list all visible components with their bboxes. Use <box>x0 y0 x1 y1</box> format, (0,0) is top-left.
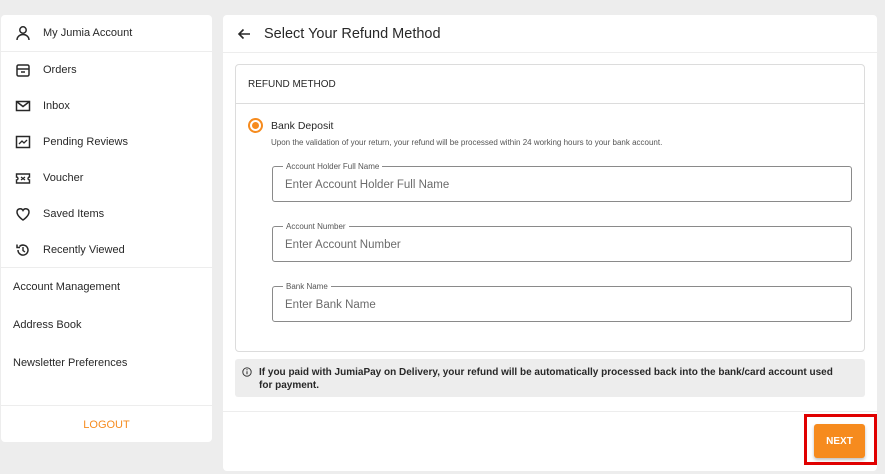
sidebar-item-inbox[interactable]: Inbox <box>1 88 212 124</box>
sidebar-item-my-account[interactable]: My Jumia Account <box>1 15 212 51</box>
sidebar-item-voucher[interactable]: Voucher <box>1 160 212 196</box>
account-holder-name-input[interactable] <box>273 167 851 201</box>
account-holder-name-field: Account Holder Full Name <box>272 161 852 202</box>
jumiapay-refund-note: If you paid with JumiaPay on Delivery, y… <box>235 359 865 397</box>
account-sidebar: My Jumia Account Orders Inbox Pending Re… <box>1 15 212 442</box>
logout-button[interactable]: LOGOUT <box>1 411 212 439</box>
divider <box>1 405 212 406</box>
sidebar-item-recently-viewed[interactable]: Recently Viewed <box>1 232 212 268</box>
sidebar-item-label: Pending Reviews <box>43 136 128 148</box>
sidebar-item-pending-reviews[interactable]: Pending Reviews <box>1 124 212 160</box>
page-title: Select Your Refund Method <box>264 25 441 42</box>
envelope-icon <box>14 97 32 115</box>
page-header: Select Your Refund Method <box>223 15 877 53</box>
account-number-field: Account Number <box>272 221 852 262</box>
heart-icon <box>14 205 32 223</box>
sidebar-item-label: My Jumia Account <box>43 27 133 39</box>
sidebar-link-account-management[interactable]: Account Management <box>1 268 212 306</box>
sidebar-item-label: Saved Items <box>43 208 105 220</box>
bank-name-field: Bank Name <box>272 281 852 322</box>
section-title: REFUND METHOD <box>236 65 864 104</box>
user-icon <box>14 24 32 42</box>
sidebar-item-label: Voucher <box>43 172 84 184</box>
note-text-line-1: If you paid with JumiaPay on Delivery, y… <box>259 367 833 378</box>
sidebar-item-label: Recently Viewed <box>43 244 125 256</box>
note-text-line-2: for payment. <box>259 380 320 391</box>
sidebar-item-saved-items[interactable]: Saved Items <box>1 196 212 232</box>
history-icon <box>14 241 32 259</box>
orders-icon <box>14 61 32 79</box>
refund-method-card: REFUND METHOD Bank Deposit Upon the vali… <box>235 64 865 352</box>
voucher-icon <box>14 169 32 187</box>
divider <box>223 411 877 412</box>
sidebar-link-newsletter-preferences[interactable]: Newsletter Preferences <box>1 344 212 382</box>
info-icon <box>242 367 252 377</box>
back-arrow-icon[interactable] <box>236 26 252 42</box>
bank-name-input[interactable] <box>273 287 851 321</box>
account-number-input[interactable] <box>273 227 851 261</box>
bank-deposit-radio[interactable] <box>248 118 263 133</box>
bank-deposit-option[interactable]: Bank Deposit <box>248 118 333 133</box>
sidebar-link-address-book[interactable]: Address Book <box>1 306 212 344</box>
review-icon <box>14 133 32 151</box>
radio-dot <box>252 122 259 129</box>
sidebar-item-label: Inbox <box>43 100 70 112</box>
refund-method-panel: Select Your Refund Method REFUND METHOD … <box>223 15 877 471</box>
sidebar-item-orders[interactable]: Orders <box>1 52 212 88</box>
option-description: Upon the validation of your return, your… <box>271 138 663 147</box>
next-button[interactable]: NEXT <box>814 424 865 458</box>
sidebar-item-label: Orders <box>43 64 77 76</box>
bank-deposit-label: Bank Deposit <box>271 119 334 132</box>
